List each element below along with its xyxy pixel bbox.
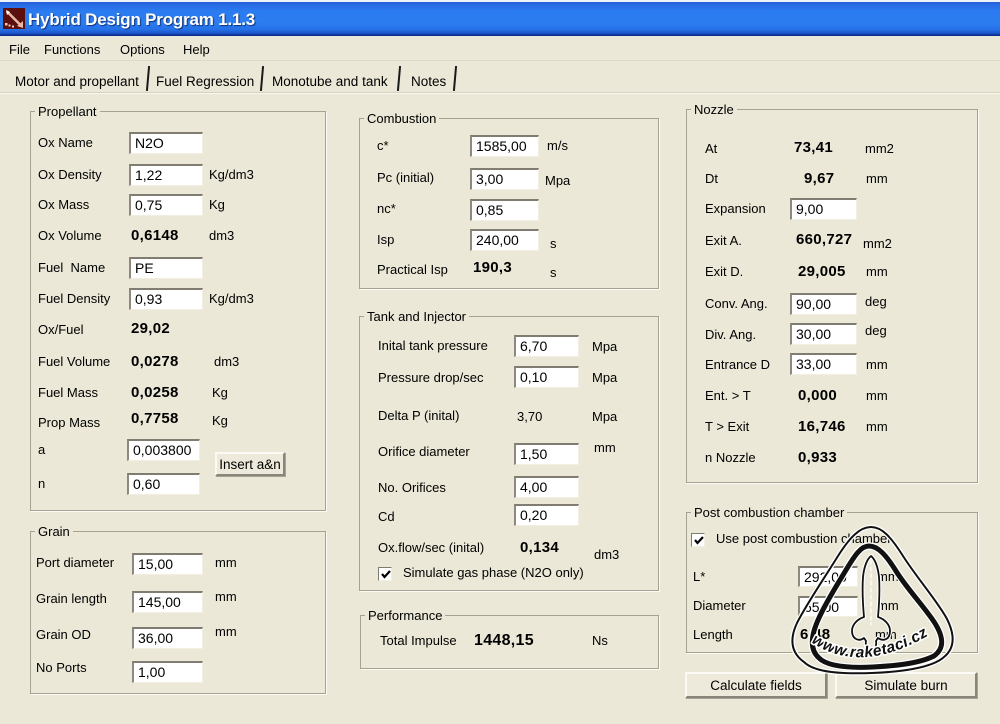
svg-text:www.raketaci.cz: www.raketaci.cz bbox=[809, 624, 931, 661]
